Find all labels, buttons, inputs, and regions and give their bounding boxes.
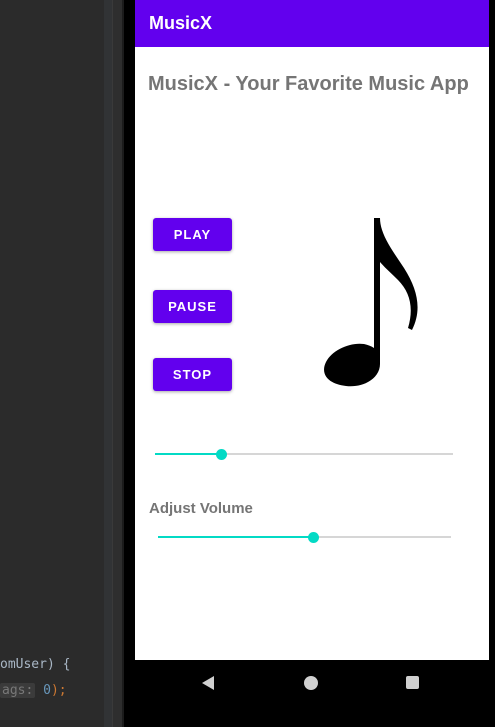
- play-button[interactable]: PLAY: [153, 218, 232, 251]
- music-note-icon: [324, 218, 418, 387]
- app-bar-title: MusicX: [149, 13, 213, 33]
- page-title: MusicX - Your Favorite Music App: [148, 73, 469, 95]
- playback-seekbar[interactable]: [155, 444, 453, 464]
- seekbar-thumb[interactable]: [215, 449, 227, 460]
- code-editor-background: omUser) { ags: 0);: [0, 0, 112, 727]
- volume-label: Adjust Volume: [149, 500, 253, 517]
- code-line: ags: 0);: [0, 683, 67, 698]
- volume-thumb[interactable]: [308, 532, 320, 543]
- parameter-hint: ags:: [0, 683, 36, 698]
- recents-square-icon[interactable]: [406, 676, 419, 689]
- code-line: omUser) {: [0, 657, 71, 672]
- editor-scroll-strip[interactable]: [112, 0, 122, 727]
- seekbar-progress: [155, 453, 221, 455]
- volume-slider[interactable]: [158, 527, 451, 547]
- back-triangle-icon[interactable]: [202, 676, 214, 690]
- home-circle-icon[interactable]: [304, 676, 318, 690]
- pause-button[interactable]: PAUSE: [153, 290, 232, 323]
- app-bar: MusicX: [135, 0, 489, 47]
- emulator-frame: MusicX MusicX - Your Favorite Music App …: [122, 0, 495, 727]
- editor-gutter: [104, 0, 112, 727]
- app-screen: MusicX MusicX - Your Favorite Music App …: [135, 0, 489, 660]
- stop-button[interactable]: STOP: [153, 358, 232, 391]
- system-nav-bar: [135, 660, 489, 727]
- volume-progress: [158, 536, 314, 538]
